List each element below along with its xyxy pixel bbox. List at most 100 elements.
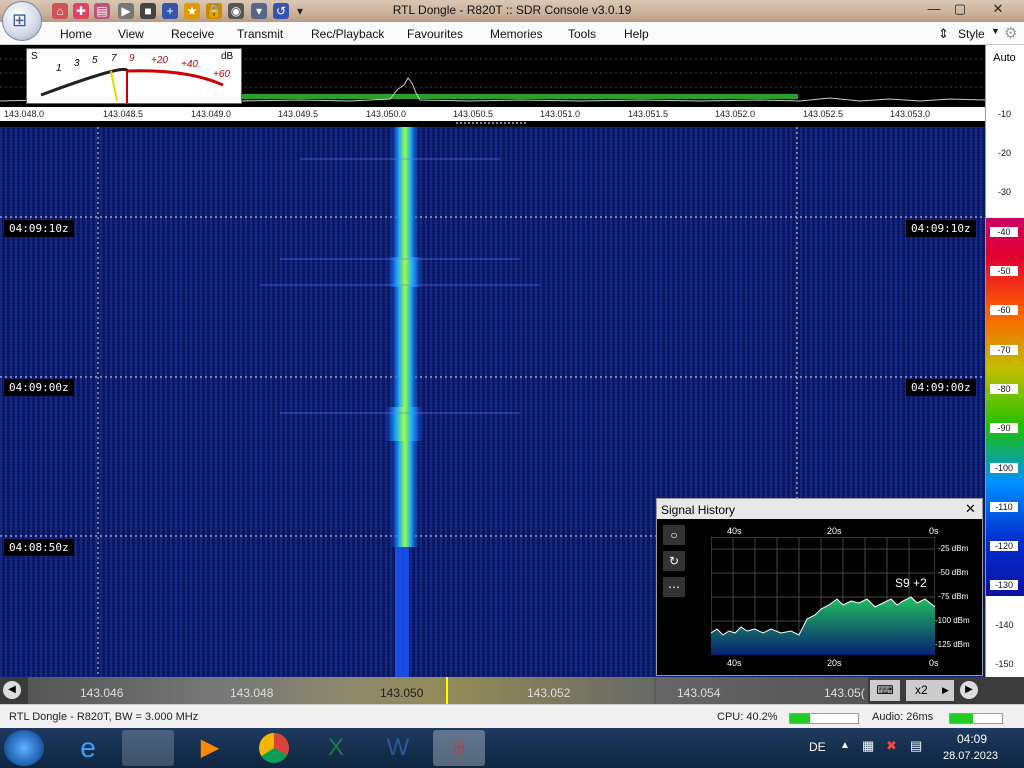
freq-tick: 143.053.0 <box>890 109 931 119</box>
menu-rec-playback[interactable]: Rec/Playback <box>311 27 384 41</box>
zoom-arrow-icon: ▶ <box>942 685 949 695</box>
menu-receive[interactable]: Receive <box>171 27 214 41</box>
record-icon[interactable]: ○ <box>663 525 685 545</box>
folder-icon[interactable]: ▤ <box>94 3 110 19</box>
maximize-button[interactable]: ▢ <box>947 0 973 18</box>
history-x-tick: 0s <box>929 526 939 536</box>
tray-device-icon[interactable]: ▦ <box>862 738 874 754</box>
app-logo-icon[interactable]: ⊞ <box>2 1 42 41</box>
word-icon[interactable]: W <box>372 730 424 766</box>
history-x-tick: 40s <box>727 658 742 668</box>
camera-icon[interactable]: ◉ <box>228 3 244 19</box>
zoom-selector[interactable]: x2 ▶ <box>906 680 954 701</box>
db-tick: -70 <box>990 345 1018 355</box>
close-button[interactable]: ✕ <box>984 0 1012 18</box>
tuner-bar[interactable]: ◀ 143.046 143.048 143.050 143.052 143.05… <box>0 677 985 704</box>
audio-meter <box>949 713 1003 724</box>
waterfall-timestamp: 04:09:10z <box>4 220 74 237</box>
db-tick: -20 <box>997 148 1011 158</box>
chrome-icon[interactable] <box>248 730 300 766</box>
db-tick: -150 <box>995 659 1014 669</box>
customize-chevron-icon[interactable]: ▾ <box>292 3 308 19</box>
db-tick: -80 <box>990 384 1018 394</box>
db-tick: -50 <box>990 266 1018 276</box>
waterfall-timestamp: 04:09:10z <box>906 220 976 237</box>
lifebuoy-icon[interactable]: ✚ <box>73 3 89 19</box>
close-icon[interactable]: ✕ <box>965 501 976 517</box>
tuner-freq: 143.05( <box>824 686 865 700</box>
keyboard-icon[interactable]: ⌨ <box>870 680 900 701</box>
browser-icon[interactable]: e <box>62 730 114 766</box>
history-x-tick: 20s <box>827 526 842 536</box>
freq-tick: 143.052.5 <box>803 109 844 119</box>
gear-icon[interactable]: ⚙ <box>1004 24 1017 42</box>
play-icon[interactable]: ▶ <box>118 3 134 19</box>
s-meter: S dB 1 3 5 7 9 +20 +40 +60 <box>26 48 242 104</box>
tray-expand-icon[interactable]: ▲ <box>840 740 850 751</box>
menu-memories[interactable]: Memories <box>490 27 543 41</box>
menu-transmit[interactable]: Transmit <box>237 27 283 41</box>
start-button[interactable] <box>4 730 44 766</box>
explorer-icon[interactable] <box>122 730 174 766</box>
history-y-tick: -100 dBm <box>935 616 970 625</box>
audio-status: Audio: 26ms <box>872 711 934 723</box>
frequency-scale[interactable]: 143.048.0 143.048.5 143.049.0 143.049.5 … <box>0 107 985 121</box>
style-updown-icon[interactable]: ⇕ <box>938 26 949 42</box>
scroll-right-icon[interactable]: ▶ <box>960 681 978 699</box>
lock-icon[interactable]: 🔒 <box>206 3 222 19</box>
db-tick: -140 <box>995 620 1014 630</box>
sdr-console-icon[interactable]: ♅ <box>433 730 485 766</box>
history-x-tick: 40s <box>727 526 742 536</box>
media-player-icon[interactable]: ▶ <box>184 730 236 766</box>
tuner-cursor[interactable] <box>446 677 448 704</box>
device-status: RTL Dongle - R820T, BW = 3.000 MHz <box>9 711 199 723</box>
freq-tick: 143.052.0 <box>715 109 756 119</box>
tray-volume-icon[interactable]: ▤ <box>910 738 922 754</box>
drop-icon[interactable]: ▾ <box>251 3 267 19</box>
menu-view[interactable]: View <box>118 27 144 41</box>
db-tick: -30 <box>997 187 1011 197</box>
signal-readout: S9 +2 <box>895 576 927 590</box>
menu-tools[interactable]: Tools <box>568 27 596 41</box>
db-tick: -90 <box>990 423 1018 433</box>
freq-tick: 143.051.0 <box>540 109 581 119</box>
menu-help[interactable]: Help <box>624 27 649 41</box>
clock-date[interactable]: 28.07.2023 <box>943 750 998 762</box>
tray-network-icon[interactable]: ✖ <box>886 738 897 754</box>
star-icon[interactable]: ★ <box>184 3 200 19</box>
undo-icon[interactable]: ↺ <box>273 3 289 19</box>
clock-time[interactable]: 04:09 <box>957 732 987 746</box>
minimize-button[interactable]: — <box>921 0 947 18</box>
signal-history-header[interactable]: Signal History ✕ <box>657 499 982 519</box>
db-tick: -100 <box>990 463 1018 473</box>
tuner-freq: 143.052 <box>527 686 571 700</box>
menu-home[interactable]: Home <box>60 27 92 41</box>
db-tick: -130 <box>990 580 1018 590</box>
history-y-tick: -25 dBm <box>938 544 969 553</box>
tuner-freq: 143.050 <box>380 686 424 700</box>
stop-icon[interactable]: ■ <box>140 3 156 19</box>
more-icon[interactable]: ⋯ <box>663 577 685 597</box>
home-icon[interactable]: ⌂ <box>52 3 68 19</box>
title-bar: RTL Dongle - R820T :: SDR Console v3.0.1… <box>0 0 1024 22</box>
language-indicator[interactable]: DE <box>809 740 826 754</box>
style-dropdown[interactable]: Style <box>958 27 985 41</box>
taskbar: e ▶ X W ♅ DE ▲ ▦ ✖ ▤ 04:09 28.07.2023 <box>0 728 1024 768</box>
excel-icon[interactable]: X <box>310 730 362 766</box>
waterfall-timestamp: 04:09:00z <box>4 379 74 396</box>
reset-icon[interactable]: ↻ <box>663 551 685 571</box>
db-tick: -60 <box>990 305 1018 315</box>
cpu-status: CPU: 40.2% <box>717 711 778 723</box>
scroll-left-icon[interactable]: ◀ <box>3 681 21 699</box>
auto-button[interactable]: Auto <box>985 52 1024 64</box>
menu-favourites[interactable]: Favourites <box>407 27 463 41</box>
add-icon[interactable]: + <box>162 3 178 19</box>
style-chevron-icon[interactable]: ▼ <box>991 26 1000 36</box>
freq-tick: 143.048.5 <box>103 109 144 119</box>
signal-history-graph <box>711 537 935 655</box>
history-y-tick: -50 dBm <box>938 568 969 577</box>
signal-history-panel: Signal History ✕ ○ ↻ ⋯ 40s 20s 0s 40s 20… <box>656 498 983 676</box>
tuner-corner <box>985 677 1024 704</box>
history-x-tick: 20s <box>827 658 842 668</box>
freq-tick: 143.049.0 <box>191 109 232 119</box>
